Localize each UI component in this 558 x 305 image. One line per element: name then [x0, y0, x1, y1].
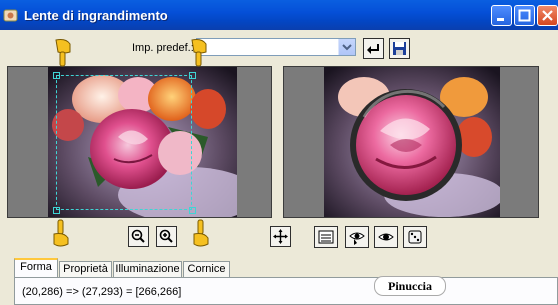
- close-button[interactable]: [537, 5, 558, 26]
- minimize-icon: [497, 18, 504, 21]
- title-bar[interactable]: Lente di ingrandimento: [0, 0, 558, 30]
- close-icon: [542, 10, 553, 21]
- save-preset-button[interactable]: [389, 38, 410, 59]
- selection-rectangle[interactable]: [56, 75, 192, 210]
- list-view-button[interactable]: [314, 226, 338, 248]
- eye-button[interactable]: [374, 226, 398, 248]
- app-hand-icon: [3, 9, 18, 22]
- chevron-down-icon[interactable]: [338, 39, 355, 55]
- reset-arrow-icon: [367, 44, 379, 54]
- zoom-out-button[interactable]: [128, 226, 149, 247]
- save-disk-icon: [393, 42, 406, 55]
- zoom-out-icon: [131, 229, 145, 243]
- selection-handle-top-right[interactable]: [189, 72, 196, 79]
- result-rose-image: [324, 67, 500, 217]
- tab-cornice[interactable]: Cornice: [183, 261, 230, 277]
- pointing-hand-bottom-left-icon: [53, 219, 69, 247]
- preset-dropdown[interactable]: [196, 38, 356, 56]
- pointing-hand-top-left-icon: [55, 39, 71, 67]
- window-title: Lente di ingrandimento: [24, 8, 168, 23]
- zoom-in-button[interactable]: [156, 226, 177, 247]
- dice-icon: [408, 230, 422, 244]
- move-button[interactable]: [270, 226, 291, 247]
- watermark-logo: Pinuccia: [374, 276, 446, 296]
- tab-forma[interactable]: Forma: [14, 258, 58, 278]
- result-preview-panel: [283, 66, 539, 218]
- selection-handle-bottom-right[interactable]: [189, 207, 196, 214]
- move-crosshair-icon: [273, 229, 288, 244]
- pointing-hand-bottom-right-icon: [193, 219, 209, 247]
- maximize-icon: [518, 9, 531, 22]
- list-view-icon: [318, 230, 334, 244]
- eye-pointer-button[interactable]: [345, 226, 369, 248]
- selection-handle-top-left[interactable]: [53, 72, 60, 79]
- preset-label: Imp. predef.:: [132, 42, 194, 54]
- pointing-hand-top-right-icon: [191, 39, 207, 67]
- eye-pointer-icon: [349, 232, 365, 245]
- reset-preset-button[interactable]: [363, 38, 384, 59]
- coordinates-readout: (20,286) => (27,293) = [266,266]: [22, 286, 182, 298]
- source-preview-panel[interactable]: [7, 66, 272, 218]
- eye-icon: [378, 233, 394, 241]
- maximize-button[interactable]: [514, 5, 535, 26]
- zoom-in-icon: [159, 229, 173, 243]
- minimize-button[interactable]: [491, 5, 512, 26]
- dice-button[interactable]: [403, 226, 427, 248]
- tab-illuminazione[interactable]: Illuminazione: [113, 261, 182, 277]
- tab-proprieta[interactable]: Proprietà: [59, 261, 112, 277]
- selection-handle-bottom-left[interactable]: [53, 207, 60, 214]
